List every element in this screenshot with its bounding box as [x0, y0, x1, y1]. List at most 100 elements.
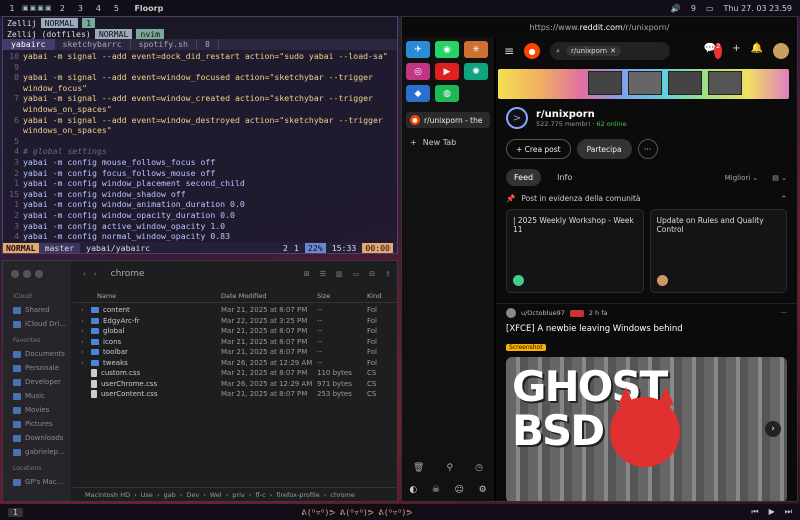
sidebar-item-favorite[interactable]: Movies	[3, 403, 71, 417]
file-row[interactable]: › content Mar 21, 2025 at 8:07 PM -- Fol	[73, 305, 397, 316]
whatsapp-icon[interactable]: ◉	[435, 41, 459, 58]
file-row[interactable]: › global Mar 21, 2025 at 8:07 PM -- Fol	[73, 326, 397, 337]
file-row[interactable]: userChrome.css Mar 26, 2025 at 12:29 AM 97…	[73, 379, 397, 390]
path-segment[interactable]: priv	[232, 491, 244, 499]
pin-icon[interactable]: ⚲	[446, 463, 453, 473]
sidebar-item-shared[interactable]: Shared	[3, 303, 71, 317]
url-bar[interactable]: https://www. reddit.com/r/unixporn/	[402, 17, 797, 37]
previous-icon[interactable]: ⏮	[751, 507, 758, 517]
code-editor[interactable]: 10 yabai -m signal --add event=dock_did_r…	[3, 50, 397, 242]
settings-icon[interactable]: ⚙	[479, 485, 487, 495]
path-segment[interactable]: Use	[141, 491, 153, 499]
forward-icon[interactable]: ›	[94, 270, 97, 278]
play-icon[interactable]: ▶	[769, 507, 775, 517]
more-options-button[interactable]: ···	[637, 139, 658, 159]
share-icon[interactable]: ⇪	[385, 270, 391, 278]
code-line[interactable]: 1 yabai -m config window_animation_durati…	[3, 199, 397, 210]
close-button[interactable]	[11, 270, 19, 278]
sidebar-item-favorite[interactable]: Documents	[3, 347, 71, 361]
view-toggle-icon[interactable]: ▤ ⌄	[772, 174, 787, 182]
col-size[interactable]: Size	[317, 292, 367, 300]
file-row[interactable]: › toolbar Mar 21, 2025 at 8:07 PM -- Fol	[73, 347, 397, 358]
sidebar-item-favorite[interactable]: Personale	[3, 361, 71, 375]
group-icon[interactable]: ⊟	[369, 270, 375, 278]
code-line[interactable]: 9	[3, 62, 397, 73]
tab-sketchybarrc[interactable]: sketchybarrc	[55, 39, 131, 50]
volume-icon[interactable]: 🔊	[671, 4, 681, 13]
sidebar-item-favorite[interactable]: Music	[3, 389, 71, 403]
history-icon[interactable]: ◷	[475, 463, 483, 473]
workspace-1[interactable]: 1	[4, 4, 20, 13]
tab-number[interactable]: 1	[82, 17, 96, 28]
post-title[interactable]: [XFCE] A newbie leaving Windows behind	[506, 324, 787, 334]
file-row[interactable]: › EdgyArc-fr Mar 22, 2025 at 3:25 PM -- Fol	[73, 316, 397, 327]
icon-view-icon[interactable]: ⊞	[304, 270, 310, 278]
tab-info[interactable]: Info	[549, 169, 580, 186]
trash-icon[interactable]: 🗑	[413, 463, 424, 473]
emoji-icon[interactable]: ☺	[455, 485, 464, 495]
file-row[interactable]: › tweaks Mar 26, 2025 at 12:29 AM -- Fol	[73, 358, 397, 369]
menu-icon[interactable]: ≡	[504, 44, 514, 58]
path-segment[interactable]: Wel	[210, 491, 222, 499]
chevron-up-icon[interactable]: ⌃	[781, 194, 787, 203]
column-view-icon[interactable]: ▥	[336, 270, 343, 278]
tab-spotify[interactable]: spotify.sh	[131, 39, 197, 50]
post-flair[interactable]: Screenshot	[506, 344, 546, 351]
file-row[interactable]: › icons Mar 21, 2025 at 8:07 PM -- Fol	[73, 337, 397, 348]
skull-icon[interactable]: ☠	[432, 485, 440, 495]
disclosure-triangle-icon[interactable]: ›	[81, 327, 87, 335]
disclosure-triangle-icon[interactable]: ›	[81, 359, 87, 367]
clock[interactable]: Thu 27. 03 23.59	[724, 4, 792, 13]
sidebar-item-icloud-drive[interactable]: iCloud Dri...	[3, 317, 71, 331]
code-line[interactable]: 3 yabai -m config active_window_opacity 1…	[3, 221, 397, 232]
new-tab-button[interactable]: + New Tab	[406, 134, 490, 150]
pinned-card[interactable]: | 2025 Weekly Workshop - Week 11	[506, 209, 644, 293]
spotify-icon[interactable]: ◍	[435, 85, 459, 102]
back-icon[interactable]: ‹	[83, 270, 86, 278]
active-workspace[interactable]: 1	[8, 507, 24, 517]
reddit-logo-icon[interactable]: ●	[524, 43, 541, 59]
col-name[interactable]: Name	[73, 292, 221, 300]
telegram-icon[interactable]: ✈	[406, 41, 430, 58]
path-segment[interactable]: Macintosh HD	[85, 491, 130, 499]
code-line[interactable]: 5	[3, 136, 397, 147]
avatar[interactable]	[773, 43, 789, 59]
code-line[interactable]: 8 yabai -m signal --add event=window_focu…	[3, 72, 397, 83]
disclosure-triangle-icon[interactable]: ›	[81, 338, 87, 346]
sidebar-item-mac[interactable]: GP's Mac...	[3, 475, 71, 489]
tab-feed[interactable]: Feed	[506, 169, 542, 186]
bluesky-icon[interactable]: ◆	[406, 85, 430, 102]
youtube-icon[interactable]: ▶	[435, 63, 459, 80]
close-icon[interactable]: ✕	[610, 47, 616, 55]
sidebar-item-favorite[interactable]: Developer	[3, 375, 71, 389]
tab-reddit[interactable]: ● r/unixporn - the	[406, 112, 490, 128]
workspace-4[interactable]: 4	[90, 4, 106, 13]
path-segment[interactable]: gab	[163, 491, 175, 499]
join-button[interactable]: Partecipa	[576, 139, 632, 159]
path-segment[interactable]: Dev	[186, 491, 199, 499]
code-line[interactable]: 4 yabai -m config normal_window_opacity 0…	[3, 231, 397, 242]
search-chip[interactable]: r/unixporn ✕	[565, 46, 621, 56]
sidebar-item-favorite[interactable]: Pictures	[3, 417, 71, 431]
sidebar-item-favorite[interactable]: Downloads	[3, 431, 71, 445]
search-bar[interactable]: ⌕ r/unixporn ✕	[550, 42, 671, 60]
terminal-window[interactable]: Zellij NORMAL 1 Zellij (dotfiles) NORMAL…	[2, 16, 398, 254]
next-icon[interactable]: ⏭	[785, 507, 792, 517]
code-line[interactable]: window_focus"	[3, 83, 397, 94]
sidebar-item-favorite[interactable]: gabrielep...	[3, 445, 71, 459]
sort-dropdown[interactable]: Migliori ⌄	[725, 174, 759, 182]
notification-count[interactable]: 9	[691, 4, 696, 13]
pinned-card[interactable]: Update on Rules and Quality Control	[649, 209, 787, 293]
code-line[interactable]: 10 yabai -m signal --add event=dock_did_r…	[3, 51, 397, 62]
post[interactable]: u/Octoblue97 2 h fa ··· [XFCE] A newbie …	[496, 303, 797, 501]
code-line[interactable]: 15 yabai -m config window_shadow off	[3, 189, 397, 200]
post-options-icon[interactable]: ···	[781, 309, 787, 317]
create-post-button[interactable]: + Crea post	[506, 139, 571, 159]
file-row[interactable]: userContent.css Mar 21, 2025 at 8:07 PM 25…	[73, 389, 397, 400]
code-line[interactable]: 6 yabai -m signal --add event=window_dest…	[3, 115, 397, 126]
path-segment[interactable]: chrome	[330, 491, 355, 499]
workspace-2[interactable]: 2	[54, 4, 70, 13]
gallery-view-icon[interactable]: ▭	[353, 270, 360, 278]
instagram-icon[interactable]: ◎	[406, 63, 430, 80]
zoom-button[interactable]	[35, 270, 43, 278]
